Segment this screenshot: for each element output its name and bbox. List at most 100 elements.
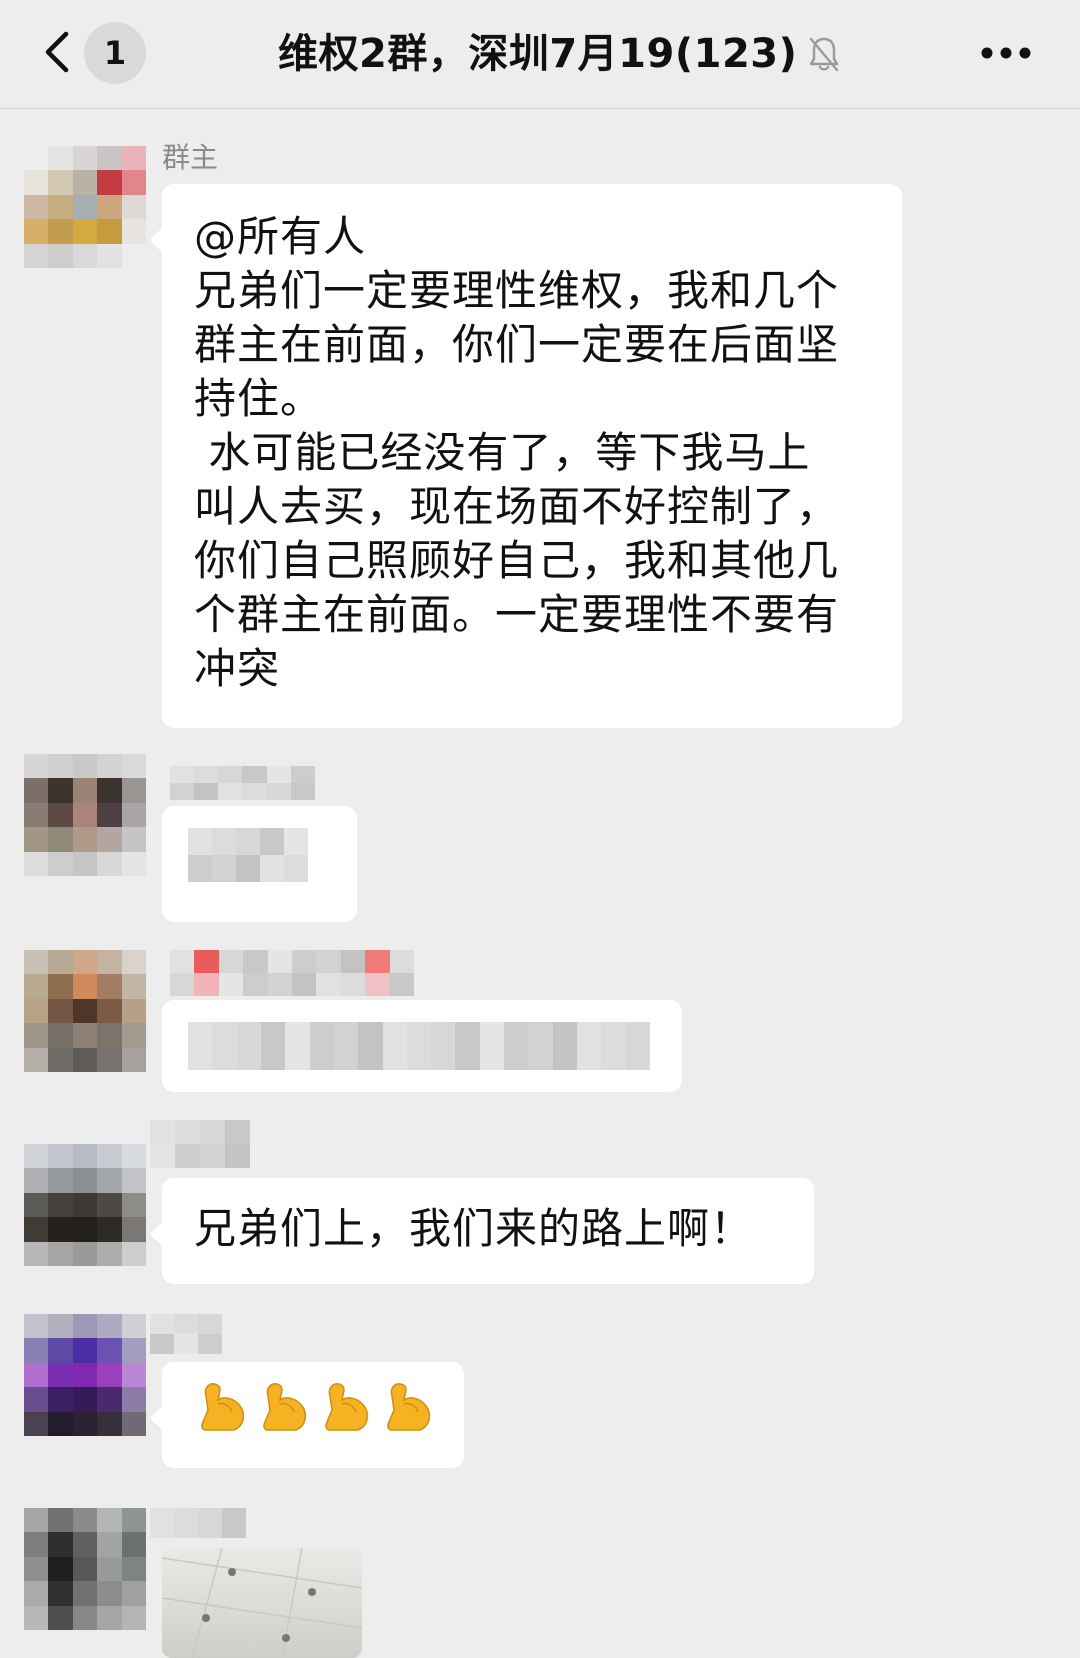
avatar-pixel (48, 1411, 73, 1436)
mosaic-pixel (243, 950, 268, 973)
avatar-pixel (72, 950, 98, 975)
message-line: 水可能已经没有了，等下我马上 (194, 428, 811, 477)
message-bubble[interactable] (162, 806, 357, 922)
mosaic-pixel (194, 766, 219, 783)
message-text: 兄弟们上，我们来的路上啊！ (194, 1204, 754, 1253)
mosaic-pixel (431, 1022, 456, 1070)
avatar[interactable] (24, 146, 146, 268)
avatar-pixel (24, 1362, 49, 1388)
avatar-pixel (48, 1362, 73, 1388)
mosaic-pixel (188, 828, 212, 855)
avatar-pixel (121, 194, 146, 220)
avatar-pixel (97, 1314, 122, 1339)
avatar[interactable] (24, 1508, 146, 1630)
mosaic-pixel (200, 1144, 225, 1168)
avatar-pixel (48, 1168, 73, 1193)
mosaic-pixel (309, 1022, 334, 1070)
avatar-pixel (24, 1556, 49, 1582)
avatar[interactable] (24, 950, 146, 1072)
avatar-pixel (48, 1241, 73, 1266)
mosaic-pixel (174, 1334, 198, 1354)
mosaic-pixel (479, 1022, 505, 1070)
pixelated-sender-name (150, 1508, 246, 1538)
avatar[interactable] (24, 1314, 146, 1436)
mosaic-pixel (194, 950, 219, 973)
mosaic-pixel (625, 1022, 650, 1070)
pixelated-sender-name (150, 1120, 250, 1168)
more-dots-icon[interactable] (980, 46, 1032, 60)
avatar-pixel (24, 194, 49, 220)
mosaic-pixel (212, 855, 236, 882)
avatar-pixel (97, 1047, 122, 1072)
mosaic-pixel (200, 1120, 225, 1144)
avatar-pixel (48, 1508, 73, 1533)
mosaic-pixel (290, 766, 315, 783)
avatar-pixel (24, 1192, 49, 1218)
avatar-pixel (97, 950, 122, 975)
mosaic-pixel (528, 1022, 553, 1070)
avatar-pixel (121, 802, 146, 828)
avatar-pixel (72, 1168, 98, 1193)
avatar-pixel (48, 1556, 73, 1582)
avatar-pixel (121, 1556, 146, 1582)
mosaic-pixel (188, 855, 212, 882)
avatar-pixel (72, 1314, 98, 1339)
avatar-pixel (121, 851, 146, 876)
avatar-pixel (72, 219, 98, 244)
mosaic-pixel (150, 1144, 175, 1168)
avatar-pixel (48, 219, 73, 244)
avatar[interactable] (24, 754, 146, 876)
photo-thumbnail[interactable] (162, 1548, 362, 1658)
mosaic-pixel (242, 783, 267, 800)
message-bubble[interactable] (150, 1362, 464, 1468)
avatar-pixel (24, 1581, 49, 1606)
mosaic-pixel (382, 1022, 407, 1070)
mosaic-pixel (389, 973, 414, 996)
avatar-pixel (72, 754, 98, 779)
message-line: 叫人去买，现在场面不好控制了， (194, 482, 840, 531)
mosaic-pixel (170, 783, 195, 800)
avatar-pixel (97, 974, 122, 999)
avatar-pixel (121, 1217, 146, 1242)
avatar-pixel (72, 1144, 98, 1169)
avatar-pixel (97, 170, 122, 195)
avatar-pixel (24, 998, 49, 1024)
avatar-pixel (121, 1144, 146, 1169)
avatar-pixel (97, 194, 122, 220)
avatar-pixel (72, 1217, 98, 1242)
avatar-pixel (72, 778, 98, 803)
avatar-pixel (121, 1241, 146, 1266)
avatar-pixel (24, 219, 49, 244)
avatar-pixel (24, 778, 49, 803)
avatar-pixel (97, 998, 122, 1024)
avatar-pixel (97, 1508, 122, 1533)
mosaic-pixel (389, 950, 414, 973)
avatar-pixel (48, 778, 73, 803)
mosaic-pixel (284, 828, 308, 855)
avatar-pixel (24, 802, 49, 828)
emoji-row (162, 1362, 464, 1434)
mosaic-pixel (290, 783, 315, 800)
pixelated-message-text (188, 1022, 650, 1070)
avatar-pixel (24, 1217, 49, 1242)
message-bubble[interactable] (162, 1000, 682, 1092)
avatar-pixel (97, 1532, 122, 1557)
unread-count-badge[interactable]: 1 (84, 22, 146, 84)
avatar-pixel (48, 1192, 73, 1218)
avatar-pixel (24, 1241, 49, 1266)
avatar-pixel (24, 1338, 49, 1363)
mosaic-pixel (242, 766, 267, 783)
flexed-biceps-emoji (387, 1383, 431, 1431)
mosaic-pixel (455, 1022, 480, 1070)
avatar-pixel (24, 827, 49, 852)
avatar-pixel (121, 170, 146, 195)
mosaic-pixel (284, 855, 308, 882)
avatar[interactable] (24, 1144, 146, 1266)
avatar-pixel (24, 170, 49, 195)
avatar-pixel (72, 1387, 98, 1412)
avatar-pixel (121, 219, 146, 244)
avatar-pixel (48, 974, 73, 999)
message-bubble[interactable]: 兄弟们上，我们来的路上啊！ (150, 1178, 814, 1284)
message-bubble[interactable]: @所有人 兄弟们一定要理性维权，我和几个 群主在前面，你们一定要在后面坚 持住。 水可… (150, 184, 902, 728)
back-chevron-icon[interactable] (38, 28, 78, 76)
